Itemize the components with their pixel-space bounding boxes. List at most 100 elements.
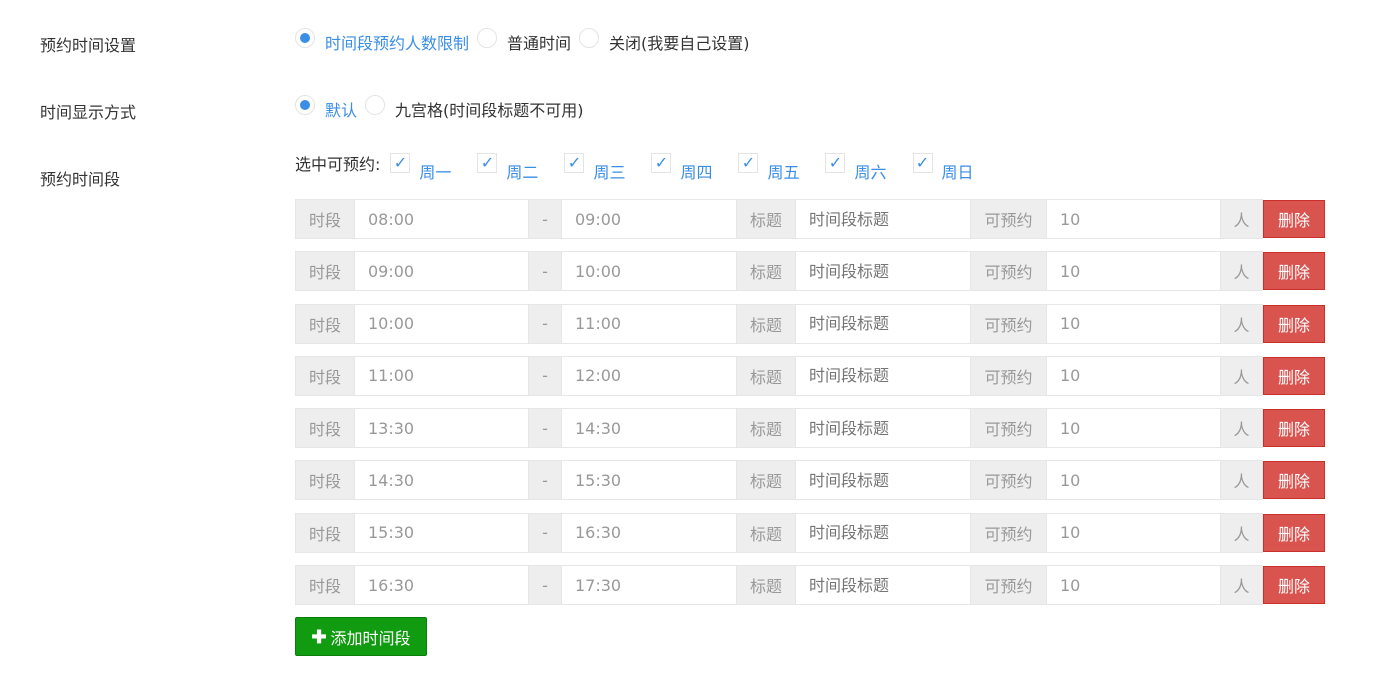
slot-start-input[interactable] <box>355 565 528 606</box>
radio-label: 默认 <box>325 101 358 120</box>
radio-unselected-icon[interactable] <box>477 28 498 48</box>
radio-selected-icon[interactable] <box>295 95 315 115</box>
title-addon: 标题 <box>736 251 796 292</box>
person-addon: 人 <box>1220 565 1263 606</box>
weekday-mon[interactable]: ✓ 周一 <box>390 153 451 182</box>
title-addon: 标题 <box>736 303 796 344</box>
booking-settings-page: 预约时间设置 时间段预约人数限制 普通时间 关闭(我要自己设置) 时间显示方式 … <box>0 0 1379 673</box>
period-addon: 时段 <box>295 199 355 239</box>
time-slot-row: 时段 - 标题 可预约 人 删除 <box>295 408 1325 449</box>
slot-start-input[interactable] <box>355 408 528 449</box>
checkbox-checked-icon[interactable]: ✓ <box>825 153 846 173</box>
weekday-thu[interactable]: ✓ 周四 <box>651 153 712 182</box>
slot-count-input[interactable] <box>1047 251 1220 292</box>
title-addon: 标题 <box>736 355 796 396</box>
slot-title-input[interactable] <box>796 303 970 344</box>
slot-start-input[interactable] <box>355 199 528 239</box>
person-addon: 人 <box>1220 408 1263 449</box>
dash-addon: - <box>528 408 562 449</box>
slot-start-input[interactable] <box>355 460 528 501</box>
display-mode-label: 时间显示方式 <box>40 103 137 122</box>
slot-start-input[interactable] <box>355 355 528 396</box>
radio-selected-icon[interactable] <box>295 28 315 48</box>
weekday-sun[interactable]: ✓ 周日 <box>912 153 974 182</box>
checkbox-checked-icon[interactable]: ✓ <box>477 153 498 173</box>
slot-end-input[interactable] <box>562 460 736 501</box>
delete-slot-button[interactable]: 删除 <box>1263 252 1325 291</box>
slot-start-input[interactable] <box>355 303 528 344</box>
weekday-sat[interactable]: ✓ 周六 <box>825 153 887 182</box>
radio-time-slot-limit[interactable]: 时间段预约人数限制 <box>295 28 470 54</box>
slot-count-input[interactable] <box>1047 565 1220 606</box>
slot-title-input[interactable] <box>796 251 970 292</box>
radio-default-display[interactable]: 默认 <box>295 95 358 121</box>
time-slot-row: 时段 - 标题 可预约 人 删除 <box>295 355 1325 396</box>
delete-slot-button[interactable]: 删除 <box>1263 513 1325 552</box>
slot-end-input[interactable] <box>562 512 736 553</box>
time-slot-row: 时段 - 标题 可预约 人 删除 <box>295 565 1325 606</box>
slot-end-input[interactable] <box>562 408 736 449</box>
booking-time-radio-group: 时间段预约人数限制 普通时间 关闭(我要自己设置) <box>295 28 758 54</box>
person-addon: 人 <box>1220 303 1263 344</box>
add-time-slot-button[interactable]: ✚ 添加时间段 <box>295 617 427 656</box>
slot-count-input[interactable] <box>1047 199 1220 239</box>
title-addon: 标题 <box>736 565 796 606</box>
slot-count-input[interactable] <box>1047 303 1220 344</box>
delete-slot-button[interactable]: 删除 <box>1263 200 1325 238</box>
delete-slot-button[interactable]: 删除 <box>1263 409 1325 448</box>
bookable-addon: 可预约 <box>970 355 1047 396</box>
dash-addon: - <box>528 303 562 344</box>
delete-slot-button[interactable]: 删除 <box>1263 356 1325 395</box>
period-addon: 时段 <box>295 408 355 449</box>
slot-title-input[interactable] <box>796 512 970 553</box>
checkbox-checked-icon[interactable]: ✓ <box>564 153 585 173</box>
slot-start-input[interactable] <box>355 251 528 292</box>
weekday-label: 周一 <box>419 163 452 182</box>
slot-count-input[interactable] <box>1047 408 1220 449</box>
time-slots-label: 预约时间段 <box>40 170 121 189</box>
slot-end-input[interactable] <box>562 199 736 239</box>
slot-end-input[interactable] <box>562 355 736 396</box>
slot-end-input[interactable] <box>562 251 736 292</box>
delete-slot-button[interactable]: 删除 <box>1263 461 1325 500</box>
title-addon: 标题 <box>736 199 796 239</box>
person-addon: 人 <box>1220 199 1263 239</box>
radio-label: 时间段预约人数限制 <box>325 34 470 53</box>
slot-title-input[interactable] <box>796 460 970 501</box>
slot-title-input[interactable] <box>796 355 970 396</box>
time-slot-list: 时段 - 标题 可预约 人 删除 时段 - 标题 可预约 人 删除 时段 <box>295 199 1325 617</box>
bookable-addon: 可预约 <box>970 303 1047 344</box>
person-addon: 人 <box>1220 251 1263 292</box>
slot-end-input[interactable] <box>562 303 736 344</box>
radio-normal-time[interactable]: 普通时间 <box>477 28 571 54</box>
slot-count-input[interactable] <box>1047 512 1220 553</box>
radio-unselected-icon[interactable] <box>579 28 600 48</box>
weekday-fri[interactable]: ✓ 周五 <box>738 153 799 182</box>
slot-title-input[interactable] <box>796 565 970 606</box>
slot-end-input[interactable] <box>562 565 736 606</box>
radio-grid-display[interactable]: 九宫格(时间段标题不可用) <box>365 95 584 121</box>
weekday-label: 周二 <box>506 163 539 182</box>
radio-close-custom[interactable]: 关闭(我要自己设置) <box>579 28 750 54</box>
radio-unselected-icon[interactable] <box>365 95 386 115</box>
booking-time-setting-label: 预约时间设置 <box>40 36 137 55</box>
checkbox-checked-icon[interactable]: ✓ <box>738 153 759 173</box>
period-addon: 时段 <box>295 460 355 501</box>
slot-title-input[interactable] <box>796 408 970 449</box>
checkbox-checked-icon[interactable]: ✓ <box>651 153 672 173</box>
slot-count-input[interactable] <box>1047 355 1220 396</box>
weekday-label: 周六 <box>854 163 887 182</box>
slot-count-input[interactable] <box>1047 460 1220 501</box>
person-addon: 人 <box>1220 512 1263 553</box>
slot-start-input[interactable] <box>355 512 528 553</box>
weekday-wed[interactable]: ✓ 周三 <box>564 153 625 182</box>
checkbox-checked-icon[interactable]: ✓ <box>912 153 933 173</box>
checkbox-checked-icon[interactable]: ✓ <box>390 153 411 173</box>
weekday-tue[interactable]: ✓ 周二 <box>477 153 538 182</box>
weekday-selector: 选中可预约: ✓ 周一 ✓ 周二 ✓ 周三 ✓ 周四 ✓ 周五 ✓ 周六 ✓ 周… <box>295 153 1000 182</box>
delete-slot-button[interactable]: 删除 <box>1263 566 1325 605</box>
delete-slot-button[interactable]: 删除 <box>1263 304 1325 343</box>
slot-title-input[interactable] <box>796 199 970 239</box>
bookable-addon: 可预约 <box>970 199 1047 239</box>
period-addon: 时段 <box>295 355 355 396</box>
